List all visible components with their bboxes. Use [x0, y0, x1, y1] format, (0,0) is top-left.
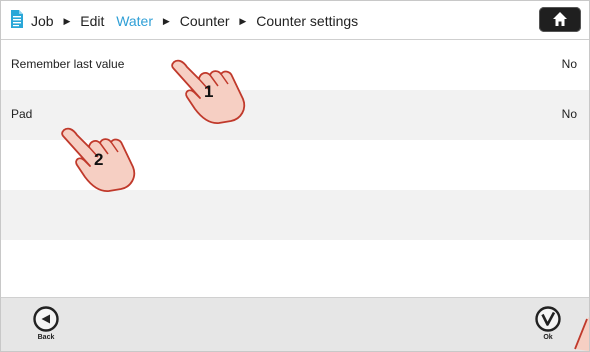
back-button[interactable]: Back [26, 298, 66, 350]
pointing-hand-icon [574, 317, 589, 351]
breadcrumb-item-water[interactable]: Water [116, 13, 153, 29]
back-label: Back [37, 334, 55, 341]
setting-row-remember-last-value[interactable]: Remember last value No [1, 40, 589, 90]
home-icon [553, 12, 567, 26]
breadcrumb-item-job[interactable]: Job [31, 13, 54, 29]
header-bar: Job ▶ Edit Water ▶ Counter ▶ Counter set… [1, 1, 589, 40]
breadcrumb: Job ▶ Edit Water ▶ Counter ▶ Counter set… [31, 12, 358, 29]
annotation-number: 2 [94, 150, 104, 169]
empty-row [1, 190, 589, 240]
breadcrumb-item-counter-settings: Counter settings [256, 13, 359, 30]
breadcrumb-item-counter[interactable]: Counter [180, 13, 230, 29]
setting-value: No [561, 107, 577, 121]
empty-row [1, 240, 589, 297]
breadcrumb-separator-icon: ▶ [239, 15, 247, 26]
footer-bar: Back Ok [1, 297, 589, 351]
breadcrumb-separator-icon: ▶ [63, 15, 71, 26]
breadcrumb-item-edit[interactable]: Edit [80, 13, 104, 29]
device-screen: Job ▶ Edit Water ▶ Counter ▶ Counter set… [0, 0, 590, 352]
document-icon [11, 10, 23, 28]
setting-label: Remember last value [11, 57, 125, 71]
home-button[interactable] [539, 7, 581, 32]
setting-value: No [561, 57, 577, 71]
checkmark-circle-icon [535, 306, 561, 332]
ok-button[interactable]: Ok [528, 298, 568, 350]
left-arrow-circle-icon [33, 306, 59, 332]
annotation-number: 1 [204, 82, 214, 101]
setting-label: Pad [11, 107, 33, 121]
breadcrumb-separator-icon: ▶ [162, 15, 170, 26]
ok-label: Ok [543, 334, 553, 341]
